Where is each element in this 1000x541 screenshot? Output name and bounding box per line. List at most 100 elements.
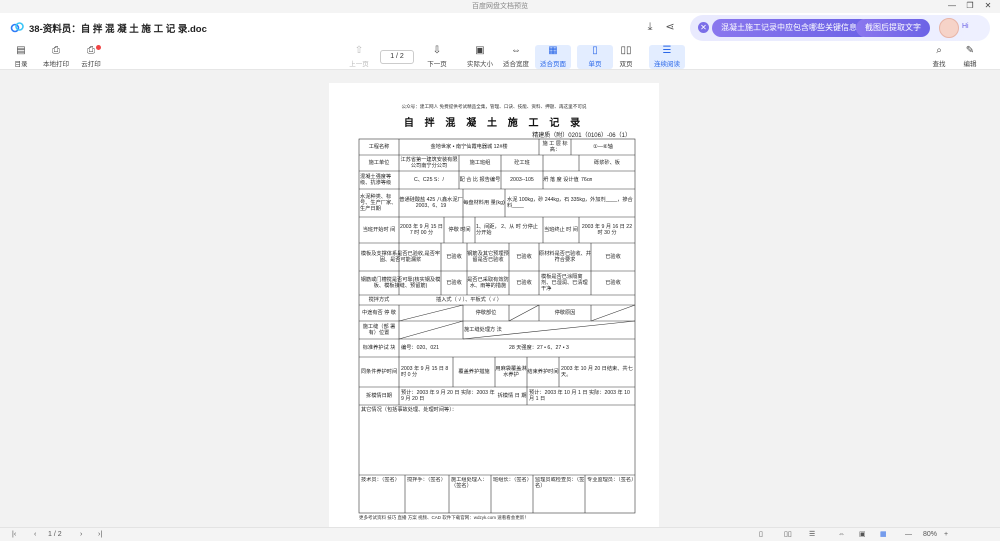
cell-r3b: C、C25 S：/	[414, 176, 444, 183]
cell-r12b: 2003 年 9 月 15 日 8 时 0 分	[401, 365, 449, 378]
page-footer: 更多考试资料 技巧 直播 方案 视频、CAD 软件下载官网：wdzyk.com …	[359, 515, 529, 520]
cell-r7f: 已验收	[605, 279, 621, 286]
download-icon[interactable]: ⤓	[643, 20, 657, 34]
cell-r11b: 编号：020、021	[401, 344, 440, 351]
prev-page-icon[interactable]: ‹	[34, 529, 36, 541]
cell-r12e: 结束养护时间	[527, 368, 559, 375]
page-number-input[interactable]: 1 / 2	[380, 50, 414, 64]
ai-question-chip[interactable]: 混凝土施工记录中应包含哪些关键信息?	[712, 19, 871, 37]
cell-s1: 技术员：（签名）	[361, 477, 400, 483]
cell-r13a: 拆模情日期	[366, 392, 392, 399]
cell-r4b: 普通硅酸盐 425 八鑫水泥厂 2003、6、19	[399, 196, 463, 209]
close-icon[interactable]: ✕	[980, 0, 996, 12]
cloud-print-button[interactable]: ⎙ 云打印	[73, 45, 109, 69]
actual-size-button[interactable]: ▣ 实际大小	[462, 45, 498, 69]
fit-width-icon: ⇔	[511, 45, 521, 56]
screenshot-extract-button[interactable]: 截图后提取文字	[856, 19, 930, 37]
continuous-read-button[interactable]: ☰ 连续阅读	[649, 45, 685, 69]
cell-r5b: 2003 年 9 月 15 日 7 时 00 分	[400, 223, 443, 236]
cell-r3d: 2003--105	[510, 176, 534, 183]
prev-page-button[interactable]: ⇧ 上一页	[341, 45, 377, 69]
cell-r1a: 工程名称	[368, 143, 390, 150]
window-title: 百度网盘文档预览	[472, 3, 528, 10]
last-page-icon[interactable]: ›|	[98, 529, 102, 541]
cell-r7b: 已验收	[446, 279, 462, 286]
zoom-level[interactable]: 80%	[923, 529, 937, 541]
minimize-icon[interactable]: —	[944, 0, 960, 12]
ai-assistant-panel: ✕ 混凝土施工记录中应包含哪些关键信息? 截图后提取文字 Hi	[690, 15, 990, 41]
cell-r6f: 已验收	[605, 253, 621, 260]
double-page-button[interactable]: ▯▯ 双页	[608, 45, 644, 69]
local-print-button[interactable]: ⎙ 本地打印	[38, 45, 74, 69]
assistant-avatar[interactable]	[939, 18, 959, 38]
window-titlebar: 百度网盘文档预览 — ❐ ✕	[0, 0, 1000, 13]
double-page-icon: ▯▯	[620, 45, 632, 56]
cell-r5d: 1、间距， 2、从 时 分停止 分开始	[476, 223, 538, 236]
cell-r5f: 2003 年 9 月 16 日 22 时 30 分	[581, 223, 633, 236]
single-page-icon[interactable]: ▯	[759, 529, 763, 541]
cell-r7a: 钢筋或门槽搅是否可靠(核实钢及模板、模板接缝、预留筋)	[360, 276, 441, 289]
actual-size-icon[interactable]: ▣	[859, 529, 866, 541]
zoom-out-icon[interactable]: —	[905, 529, 912, 541]
cell-r6d: 已验收	[516, 253, 532, 260]
next-page-icon[interactable]: ›	[80, 529, 82, 541]
cell-r7e: 模板是否已涂隔离剂、已湿润、已清理干净	[541, 273, 588, 293]
cell-r5a: 当班开始时 间	[362, 226, 396, 233]
cell-s3: 施工组处理人：（签名）	[451, 477, 488, 490]
cell-r9c: 停歇原因	[554, 309, 576, 316]
cell-r2c: 施工班组	[469, 159, 491, 166]
baidu-netdisk-logo-icon	[10, 22, 24, 33]
fit-page-icon: ▦	[548, 45, 558, 56]
restore-icon[interactable]: ❐	[962, 0, 978, 12]
greeting: Hi	[962, 23, 969, 30]
share-icon[interactable]: ⋖	[663, 20, 677, 34]
double-page-icon[interactable]: ▯▯	[784, 529, 792, 541]
cell-r4c: 每盘材料用 量(kg)	[463, 199, 505, 206]
cell-r3f: 76㎝	[581, 176, 592, 183]
cell-r6e: 原材料是否已验收、并符合要求	[539, 250, 591, 263]
catalog-button[interactable]: ▤ 目录	[3, 45, 39, 69]
continuous-icon: ☰	[662, 45, 672, 56]
first-page-icon[interactable]: |‹	[12, 529, 16, 541]
cell-r6c: 钢筋及其它预埋预留是否已验收	[467, 250, 509, 263]
cell-r12a: 同条件养护时间	[360, 368, 398, 375]
cell-r11c: 28 天强度：27 • 6、27 • 3	[509, 344, 569, 351]
cell-r7d: 已验收	[516, 279, 532, 286]
cell-s5: 监理员或检查员：（签名）	[535, 477, 585, 490]
fit-width-button[interactable]: ⇔ 适合宽度	[498, 45, 534, 69]
fit-page-button[interactable]: ▦ 适合页面	[535, 45, 571, 69]
next-page-button[interactable]: ⇩ 下一页	[419, 45, 455, 69]
cell-r4d: 水泥 100kg，砂 244kg，石 335kg，外加剂____，掺合料____	[507, 196, 633, 209]
cell-r2d: 砼工班	[514, 159, 530, 166]
edit-button[interactable]: ✎ 编辑	[952, 45, 988, 69]
cell-r9b: 停歇部位	[475, 309, 497, 316]
status-bar: |‹ ‹ 1 / 2 › ›| ▯ ▯▯ ☰ ⇔ ▣ ▦ — 80% +	[0, 527, 1000, 541]
zoom-in-icon[interactable]: +	[944, 529, 948, 541]
fit-width-icon[interactable]: ⇔	[838, 529, 845, 541]
cell-r11a: 标准养护试 块	[362, 344, 396, 351]
cell-r13c: 拆模情 日 期	[497, 392, 527, 399]
cell-r9a: 中途有否 停 歇	[361, 309, 396, 316]
cell-r14a: 其它情况（包括事故处理、处理时间等）：	[361, 406, 457, 413]
cell-r12d: 用麻袋覆盖淋水养护	[495, 365, 527, 378]
cell-r6a: 模板及支撑体系是否已验收,是否牢固、是否可能漏浆	[360, 250, 441, 263]
cell-r1c: 施 工 层 标 高：	[542, 140, 568, 153]
document-page: 公众号：建工网人 免费提供考试精品全集，管理、口诀、技能、资料、押题、再这里不可…	[329, 83, 659, 527]
cell-r12c: 覆盖养护措施	[458, 368, 490, 375]
scroll-icon[interactable]: ☰	[809, 529, 815, 541]
cell-r2b: 江苏省第一建筑安装有限公司南宁分公司	[400, 156, 458, 169]
cell-s4: 班组长：（签名）	[493, 477, 532, 483]
fit-page-icon[interactable]: ▦	[880, 529, 887, 541]
cell-r2e: 砾浆砂、板	[594, 159, 620, 166]
cell-r6b: 已验收	[446, 253, 462, 260]
cell-r8a: 搅拌方式	[368, 296, 390, 303]
cell-s6: 专业监理员：（签名）	[587, 477, 635, 483]
viewer-toolbar: ▤ 目录 ⎙ 本地打印 ⎙ 云打印 ⇧ 上一页 ⇩ 下一页 ▣ 实际大小 ⇔ 适合宽度 ▦ 适合…	[0, 43, 1000, 70]
pen-icon: ✎	[965, 45, 975, 56]
cell-r2a: 施工单位	[368, 159, 390, 166]
actual-size-icon: ▣	[475, 45, 485, 56]
printer-icon: ⎙	[52, 45, 60, 56]
cell-r3e: 坍 落 度 设计值	[543, 176, 579, 183]
close-icon[interactable]: ✕	[698, 22, 709, 33]
cell-r5e: 当班终止 时 间	[543, 226, 578, 233]
